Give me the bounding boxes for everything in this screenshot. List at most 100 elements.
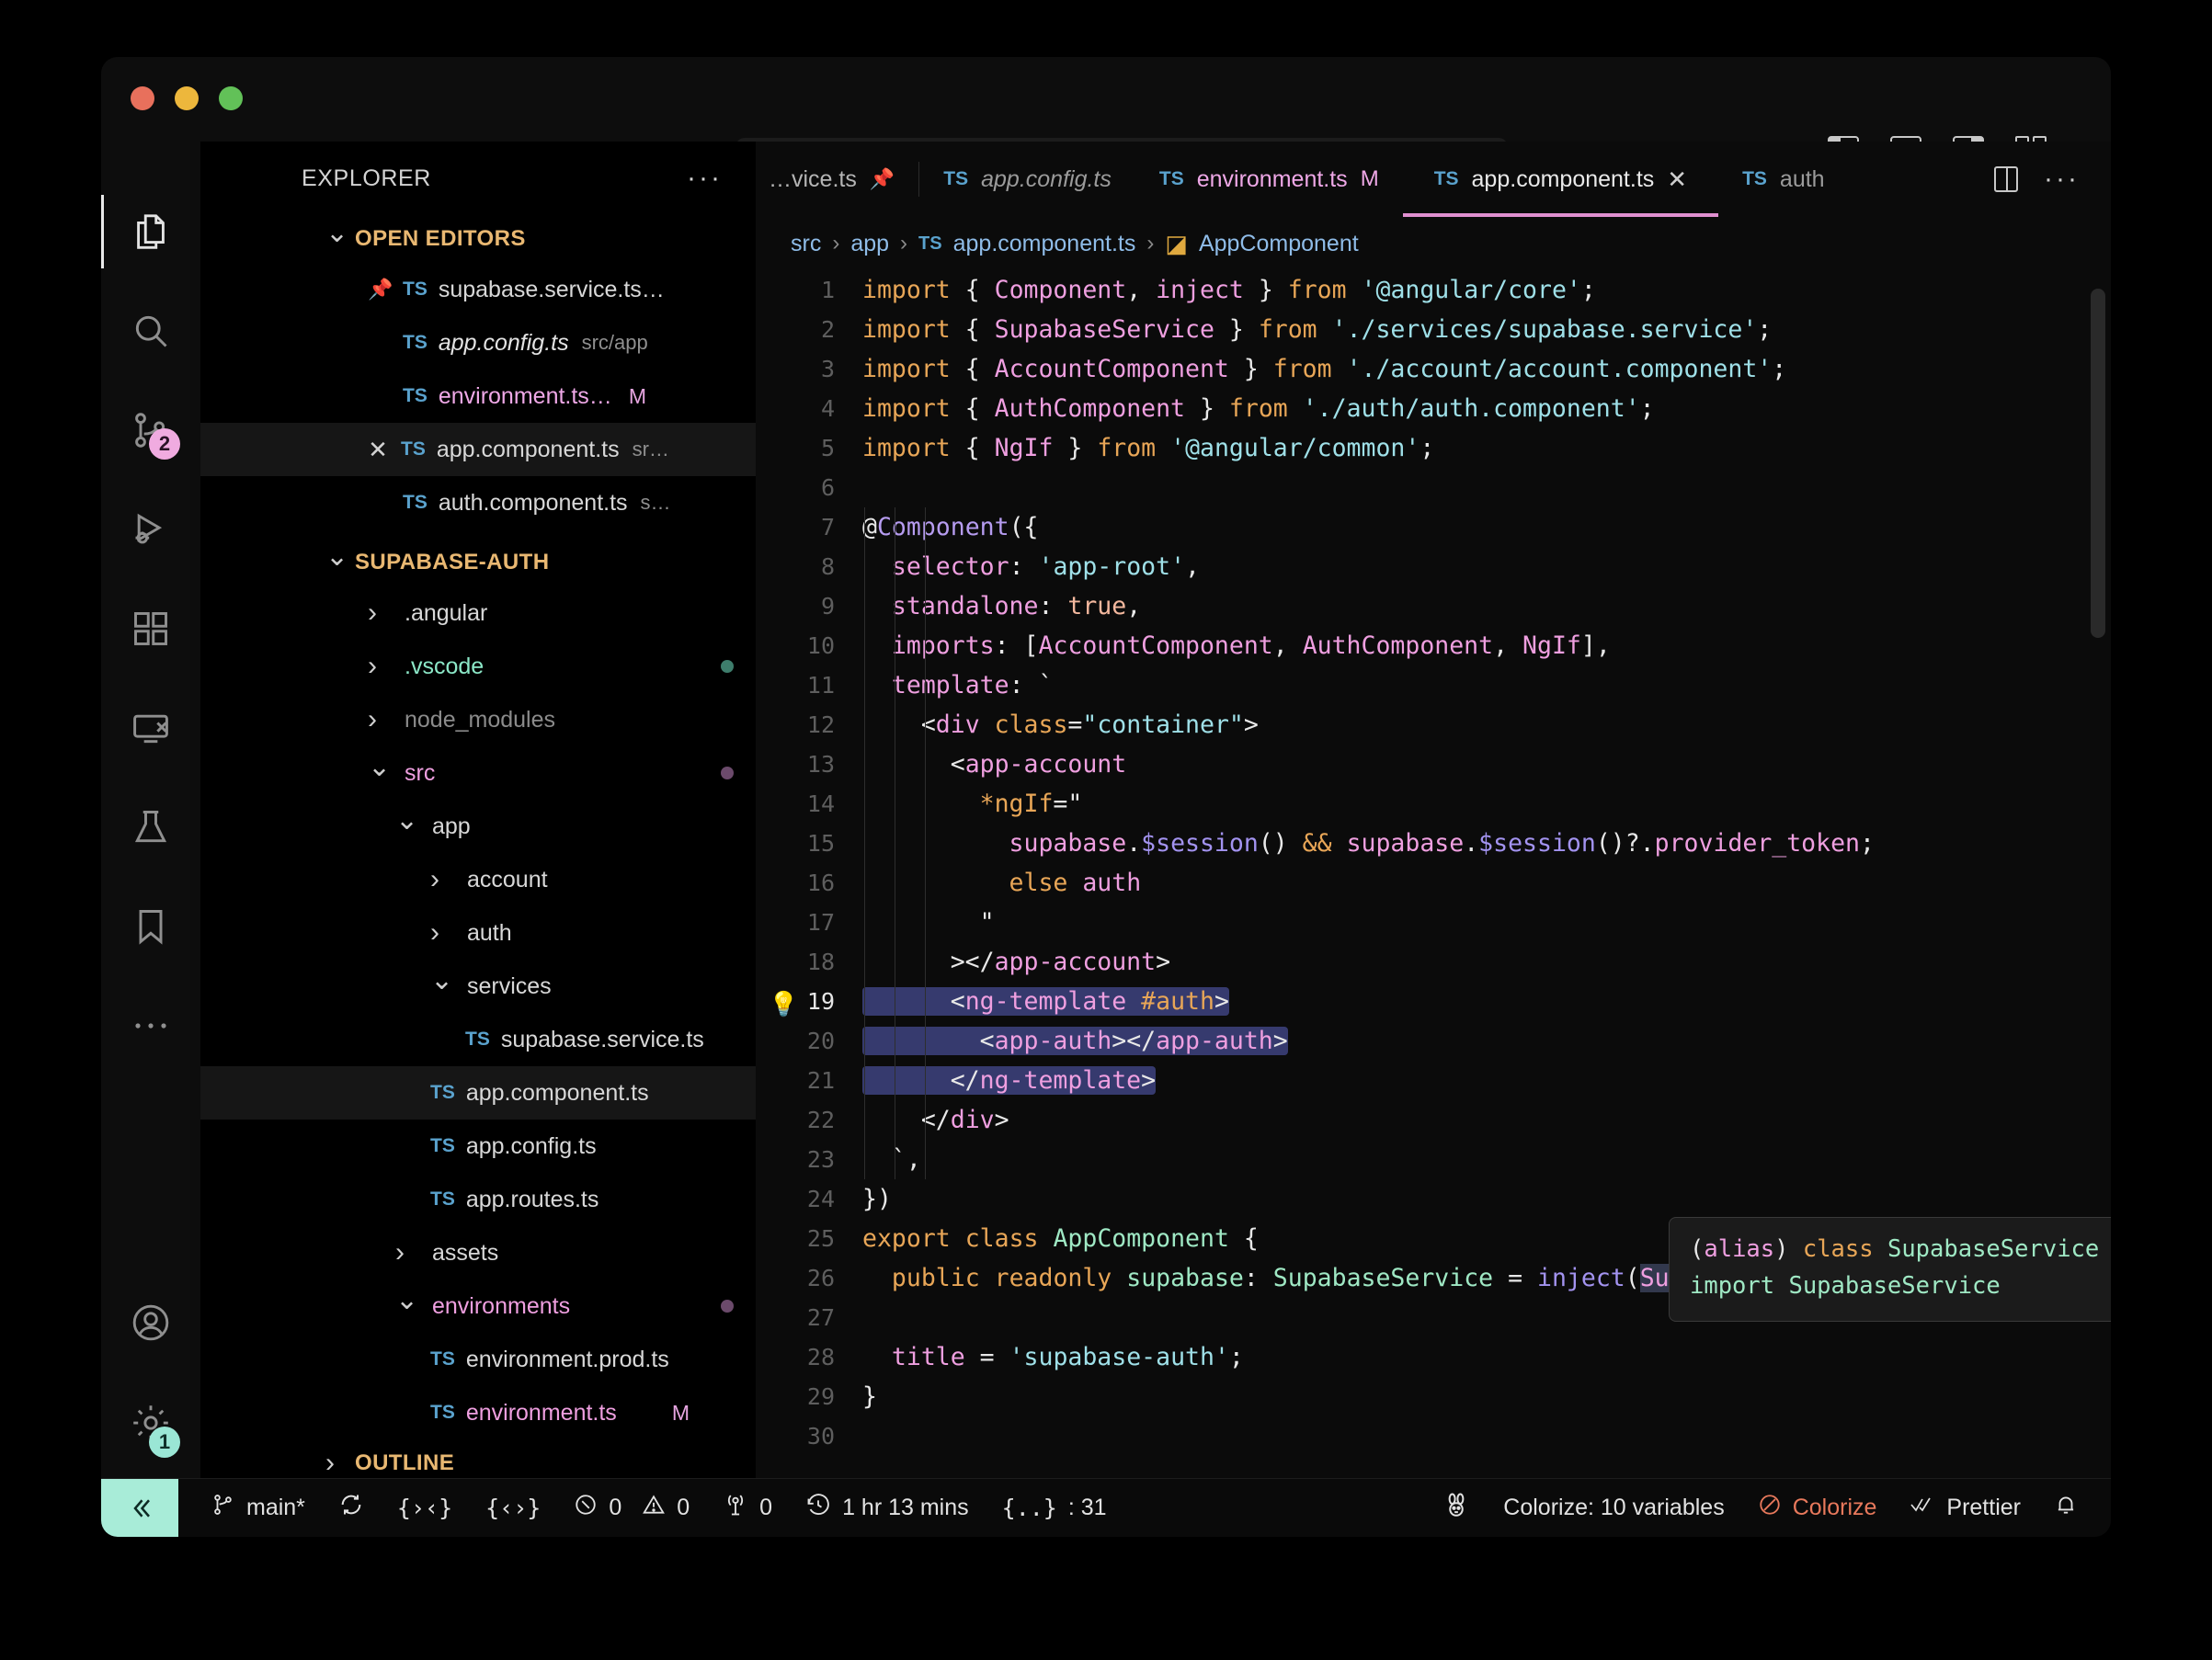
code-line[interactable]: 16 else auth — [756, 863, 2111, 903]
activity-bookmarks[interactable] — [101, 877, 200, 976]
status-colorize-variables[interactable]: Colorize: 10 variables — [1487, 1495, 1740, 1521]
tree-folder-account[interactable]: account — [200, 853, 756, 906]
line-number: 14 — [806, 790, 835, 817]
status-prettier[interactable]: Prettier — [1893, 1495, 2037, 1521]
code-line[interactable]: 30 — [756, 1416, 2111, 1456]
tree-folder-src[interactable]: src — [200, 746, 756, 800]
code-line[interactable]: 4 import { AuthComponent } from './auth/a… — [756, 389, 2111, 428]
section-open-editors[interactable]: OPEN EDITORS — [200, 215, 756, 263]
status-branch[interactable]: main* — [195, 1493, 322, 1523]
tab-app-config[interactable]: TS app.config.ts — [919, 142, 1135, 217]
maximize-window-button[interactable] — [219, 86, 243, 110]
activity-testing[interactable] — [101, 778, 200, 877]
code-line[interactable]: 2 import { SupabaseService } from './serv… — [756, 310, 2111, 349]
code-line[interactable]: 17 " — [756, 903, 2111, 942]
code-line[interactable]: 20 <app-auth></app-auth> — [756, 1021, 2111, 1061]
status-ports[interactable]: 0 — [706, 1492, 789, 1524]
tab-environment[interactable]: TS environment.ts M — [1135, 142, 1403, 217]
status-bar: main* {›‹} {‹›} 0 0 0 1 hr 13 mins {..} … — [101, 1478, 2111, 1537]
code-line[interactable]: 3 import { AccountComponent } from './acc… — [756, 349, 2111, 389]
pin-icon[interactable]: 📌 — [870, 167, 895, 191]
code-line[interactable]: 22 </div> — [756, 1100, 2111, 1140]
activity-extensions[interactable] — [101, 579, 200, 678]
code-line[interactable]: 15 supabase.$session() && supabase.$sess… — [756, 824, 2111, 863]
tree-file-app-component[interactable]: TS app.component.ts — [200, 1066, 756, 1120]
code-line[interactable]: 18 ></app-account> — [756, 942, 2111, 982]
tree-folder-auth[interactable]: auth — [200, 906, 756, 960]
tab-app-component[interactable]: TS app.component.ts ✕ — [1402, 142, 1719, 217]
tree-folder-assets[interactable]: assets — [200, 1226, 756, 1279]
breadcrumb-item-app[interactable]: app — [850, 231, 889, 257]
code-line[interactable]: 21 </ng-template> — [756, 1061, 2111, 1100]
code-line[interactable]: 23 `, — [756, 1140, 2111, 1179]
sidebar-more-actions-icon[interactable]: ··· — [687, 163, 723, 194]
code-line[interactable]: 11 template: ` — [756, 665, 2111, 705]
code-line[interactable]: 9 standalone: true, — [756, 586, 2111, 626]
activity-explorer[interactable] — [101, 182, 200, 281]
tree-file-supabase-service[interactable]: TS supabase.service.ts — [200, 1013, 756, 1066]
tree-file-app-config[interactable]: TS app.config.ts — [200, 1120, 756, 1173]
code-line[interactable]: 8 selector: 'app-root', — [756, 547, 2111, 586]
open-editor-label: app.config.ts — [438, 329, 569, 356]
tree-file-environment-prod[interactable]: TS environment.prod.ts — [200, 1333, 756, 1386]
split-editor-icon[interactable] — [1994, 166, 2019, 192]
code-line[interactable]: 29} — [756, 1377, 2111, 1416]
code-line[interactable]: 13 <app-account — [756, 745, 2111, 784]
remote-window-button[interactable] — [101, 1478, 178, 1537]
activity-remote-explorer[interactable] — [101, 678, 200, 778]
activity-run-and-debug[interactable] — [101, 480, 200, 579]
close-window-button[interactable] — [131, 86, 154, 110]
open-editor-item[interactable]: TS environment.ts… M — [200, 370, 756, 423]
code-line[interactable]: 28 title = 'supabase-auth'; — [756, 1337, 2111, 1377]
status-rabbit[interactable] — [1426, 1491, 1487, 1525]
open-editor-item[interactable]: TS auth.component.ts s… — [200, 476, 756, 529]
code-line[interactable]: 6 — [756, 468, 2111, 507]
activity-more-views[interactable] — [101, 976, 200, 1075]
breadcrumb-item-src[interactable]: src — [791, 231, 821, 257]
status-notifications[interactable] — [2037, 1493, 2111, 1523]
pin-icon[interactable]: 📌 — [368, 278, 393, 301]
breadcrumb-item-file[interactable]: app.component.ts — [953, 231, 1136, 257]
tree-folder-environments[interactable]: environments — [200, 1279, 756, 1333]
minimize-window-button[interactable] — [175, 86, 199, 110]
warning-icon — [642, 1493, 666, 1523]
tree-folder-node-modules[interactable]: node_modules — [200, 693, 756, 746]
code-line[interactable]: 19 💡 <ng-template #auth> — [756, 982, 2111, 1021]
tree-folder-angular[interactable]: .angular — [200, 586, 756, 640]
status-json[interactable]: {..} : 31 — [986, 1495, 1123, 1521]
editor-scrollbar[interactable] — [2091, 289, 2105, 638]
open-editor-item[interactable]: TS app.config.ts src/app — [200, 316, 756, 370]
close-icon[interactable]: ✕ — [368, 436, 388, 464]
code-line[interactable]: 7 @Component({ — [756, 507, 2111, 547]
close-icon[interactable]: ✕ — [1667, 165, 1687, 194]
code-line[interactable]: 12 <div class="container"> — [756, 705, 2111, 745]
tree-folder-services[interactable]: services — [200, 960, 756, 1013]
status-brackets-open[interactable]: {›‹} — [381, 1495, 469, 1521]
tree-file-environment[interactable]: TS environment.ts M — [200, 1386, 756, 1439]
more-actions-icon[interactable]: ··· — [2044, 164, 2080, 195]
lightbulb-quickfix-icon[interactable]: 💡 — [769, 985, 798, 1018]
status-brackets-close[interactable]: {‹›} — [469, 1495, 557, 1521]
activity-accounts[interactable] — [101, 1279, 200, 1379]
code-line[interactable]: 5 import { NgIf } from '@angular/common'; — [756, 428, 2111, 468]
tree-folder-app[interactable]: app — [200, 800, 756, 853]
status-problems[interactable]: 0 0 — [557, 1493, 706, 1523]
tree-folder-vscode[interactable]: .vscode — [200, 640, 756, 693]
activity-manage-settings[interactable]: 1 — [101, 1379, 200, 1478]
tree-file-app-routes[interactable]: TS app.routes.ts — [200, 1173, 756, 1226]
open-editor-item-active[interactable]: ✕ TS app.component.ts sr… — [200, 423, 756, 476]
section-project[interactable]: SUPABASE-AUTH — [200, 539, 756, 586]
tab-supabase-service[interactable]: …vice.ts 📌 — [756, 142, 918, 217]
code-line[interactable]: 14 *ngIf=" — [756, 784, 2111, 824]
activity-search[interactable] — [101, 281, 200, 381]
status-colorize[interactable]: Colorize — [1741, 1493, 1894, 1523]
open-editor-item[interactable]: 📌 TS supabase.service.ts… — [200, 263, 756, 316]
status-timer[interactable]: 1 hr 13 mins — [789, 1492, 986, 1524]
activity-source-control[interactable]: 2 — [101, 381, 200, 480]
tab-auth-component[interactable]: TS auth — [1718, 142, 1849, 217]
code-line[interactable]: 24}) — [756, 1179, 2111, 1219]
breadcrumb-item-symbol[interactable]: AppComponent — [1199, 231, 1359, 257]
code-line[interactable]: 10 imports: [AccountComponent, AuthCompo… — [756, 626, 2111, 665]
code-line[interactable]: 1 import { Component, inject } from '@ang… — [756, 270, 2111, 310]
status-sync[interactable] — [322, 1492, 381, 1524]
